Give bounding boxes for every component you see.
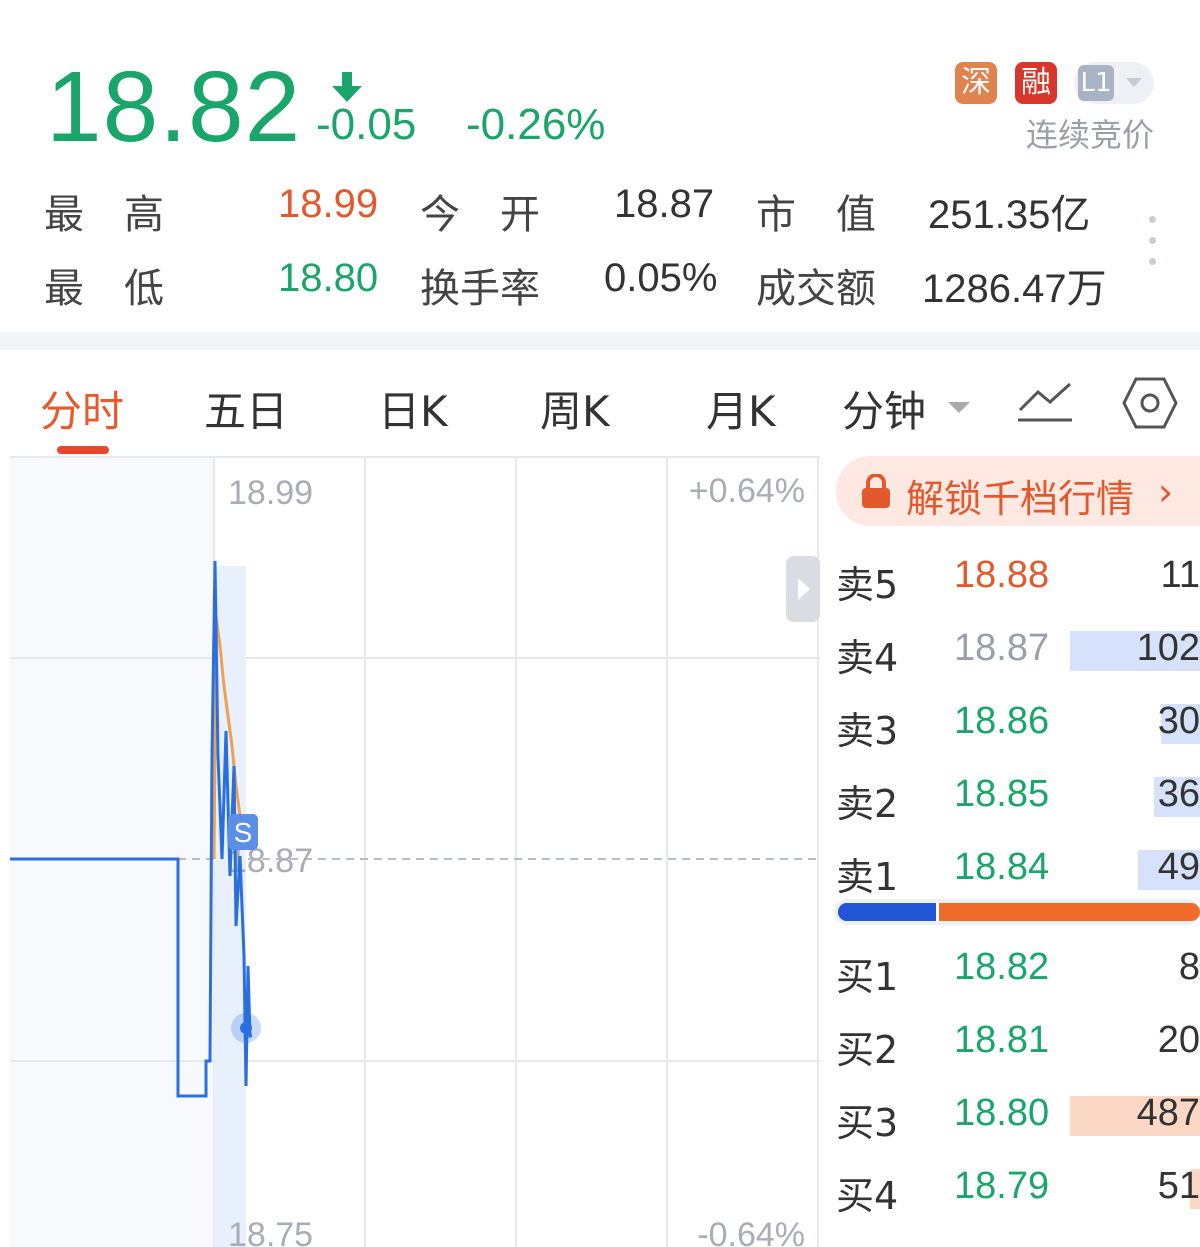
stat-amount-label: 成交额 — [756, 266, 876, 312]
buy-level-label: 买1 — [836, 955, 899, 999]
stat-market-cap-value: 251.35亿 — [928, 193, 1091, 237]
sell-level-price: 18.84 — [954, 846, 1050, 888]
buy-row[interactable]: 买1 18.82 8 — [836, 942, 1200, 999]
sell-level-label: 卖1 — [836, 855, 899, 899]
buy-level-volume: 487 — [1136, 1092, 1200, 1134]
chevron-right-icon: › — [1158, 470, 1174, 514]
price-change-percent: -0.26% — [466, 100, 606, 149]
more-options-icon[interactable] — [1147, 216, 1157, 266]
sell-level-price: 18.85 — [954, 773, 1050, 815]
buy-level-volume: 20 — [1157, 1019, 1200, 1061]
buy-level-price: 18.79 — [954, 1165, 1050, 1207]
buy-level-label: 买2 — [836, 1028, 899, 1072]
tab-monthly-k[interactable]: 月K — [706, 378, 776, 439]
price-axis-bottom: 18.75 — [228, 1216, 313, 1247]
stat-market-cap-label: 市 值 — [756, 192, 876, 238]
unlock-depth-label: 解锁千档行情 — [906, 477, 1135, 521]
buy-level-label: 买4 — [836, 1174, 899, 1218]
buy-row[interactable]: 买3 18.80 487 — [836, 1088, 1200, 1145]
stat-open-label: 今 开 — [420, 192, 540, 238]
sell-level-label: 卖2 — [836, 782, 899, 826]
stat-turnover-value: 0.05% — [604, 256, 718, 300]
chevron-down-icon — [1126, 78, 1142, 87]
section-divider — [0, 332, 1200, 350]
price-change: -0.05 — [316, 100, 417, 149]
sell-level-price: 18.87 — [954, 627, 1050, 669]
buy-level-price: 18.81 — [954, 1019, 1050, 1061]
pct-axis-bottom: -0.64% — [697, 1216, 805, 1247]
stat-low-value: 18.80 — [278, 256, 379, 300]
current-point — [240, 1022, 252, 1034]
sell-level-price: 18.86 — [954, 700, 1050, 742]
sell-level-label: 卖3 — [836, 709, 899, 753]
exchange-badge: 深 — [955, 62, 997, 104]
sell-row[interactable]: 卖4 18.87 102 — [836, 623, 1200, 680]
price-axis-top: 18.99 — [228, 474, 313, 512]
buy-row[interactable]: 买2 18.81 20 — [836, 1015, 1200, 1072]
sell-row[interactable]: 卖1 18.84 49 — [836, 842, 1200, 899]
chevron-down-icon[interactable] — [948, 402, 970, 413]
buy-level-label: 买3 — [836, 1101, 899, 1145]
tab-daily-k[interactable]: 日K — [378, 378, 448, 439]
buy-level-volume: 51 — [1157, 1165, 1200, 1207]
buy-ratio-fill — [838, 903, 939, 921]
stat-high-value: 18.99 — [278, 182, 379, 226]
pct-axis-top: +0.64% — [689, 472, 805, 510]
active-tab-indicator — [57, 446, 109, 454]
sell-level-volume: 11 — [1160, 554, 1200, 596]
sell-level-label: 卖5 — [836, 563, 899, 607]
sell-row[interactable]: 卖2 18.85 36 — [836, 769, 1200, 826]
lock-icon — [862, 474, 890, 508]
signal-marker-label: S — [234, 817, 253, 848]
margin-badge: 融 — [1015, 62, 1057, 104]
tab-weekly-k[interactable]: 周K — [540, 378, 610, 439]
buy-sell-ratio-bar — [838, 903, 1200, 921]
current-price: 18.82 — [46, 51, 302, 163]
sell-level-label: 卖4 — [836, 636, 899, 680]
tab-intraday[interactable]: 分时 — [40, 378, 124, 439]
sell-level-volume: 30 — [1157, 700, 1200, 742]
settings-icon[interactable] — [1122, 376, 1178, 430]
tab-minute[interactable]: 分钟 — [842, 378, 926, 439]
sell-level-volume: 102 — [1136, 627, 1200, 669]
stat-high-label: 最 高 — [44, 192, 164, 238]
sell-level-price: 18.88 — [954, 554, 1050, 596]
indicator-icon[interactable] — [1016, 380, 1074, 424]
intraday-chart[interactable]: 18.99 18.87 18.75 +0.64% -0.64% S — [10, 456, 820, 1247]
sell-level-volume: 36 — [1157, 773, 1200, 815]
buy-row[interactable]: 买4 18.79 51 — [836, 1161, 1200, 1218]
level-selector[interactable]: L1 — [1074, 62, 1154, 104]
sell-row[interactable]: 卖5 18.88 11 — [836, 550, 1200, 607]
buy-level-price: 18.82 — [954, 946, 1050, 988]
stat-turnover-label: 换手率 — [420, 266, 540, 312]
tab-five-day[interactable]: 五日 — [204, 378, 288, 439]
auction-status: 连续竞价 — [1025, 116, 1154, 154]
sell-row[interactable]: 卖3 18.86 30 — [836, 696, 1200, 753]
level-badge: L1 — [1078, 65, 1114, 101]
stat-low-label: 最 低 — [44, 266, 164, 312]
buy-level-volume: 8 — [1178, 946, 1200, 988]
buy-level-price: 18.80 — [954, 1092, 1050, 1134]
stat-open-value: 18.87 — [614, 182, 715, 226]
sell-level-volume: 49 — [1157, 846, 1200, 888]
stat-amount-value: 1286.47万 — [922, 267, 1107, 311]
